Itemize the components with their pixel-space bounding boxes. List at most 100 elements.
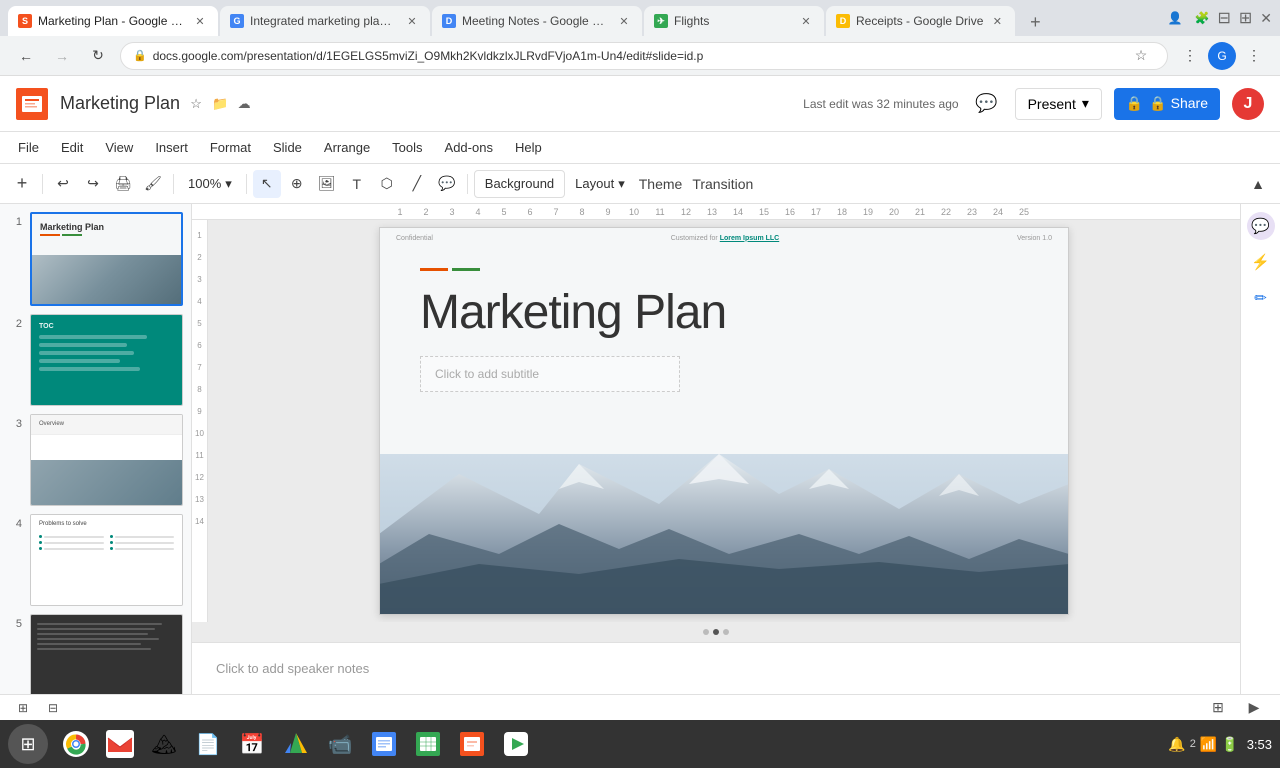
slide-canvas[interactable]: Confidential Customized for Lorem Ipsum …: [379, 227, 1069, 615]
close-icon[interactable]: ✕: [1260, 10, 1272, 27]
extensions-icon[interactable]: 🧩: [1195, 11, 1210, 25]
present-button[interactable]: Present ▾: [1015, 88, 1102, 120]
browser-tab-1[interactable]: S Marketing Plan - Google Slides ✕: [8, 6, 218, 36]
bottom-bar-left: ⊞ ⊟: [12, 697, 64, 719]
canvas-scroll[interactable]: Confidential Customized for Lorem Ipsum …: [208, 220, 1240, 622]
menu-edit[interactable]: Edit: [51, 136, 93, 159]
back-button[interactable]: ←: [12, 42, 40, 70]
taskbar-meet[interactable]: 📹: [320, 724, 360, 764]
taskbar-launcher[interactable]: ⊞: [8, 724, 48, 764]
tab4-close[interactable]: ✕: [798, 13, 814, 29]
browser-tab-2[interactable]: G Integrated marketing plans - Go... ✕: [220, 6, 430, 36]
last-edit-text: Last edit was 32 minutes ago: [803, 97, 958, 111]
menu-format[interactable]: Format: [200, 136, 261, 159]
tab-search-button[interactable]: ⋮: [1176, 42, 1204, 70]
menu-slide[interactable]: Slide: [263, 136, 312, 159]
taskbar-drive-docs[interactable]: 📄: [188, 724, 228, 764]
toolbar-undo-button[interactable]: ↩: [49, 170, 77, 198]
menu-view[interactable]: View: [95, 136, 143, 159]
sidebar-chat-button[interactable]: 💬: [1247, 212, 1275, 240]
forward-button[interactable]: →: [48, 42, 76, 70]
slide-item-4[interactable]: 4 Problems to solve: [8, 514, 183, 606]
slide-grid-view-button[interactable]: ⊟: [42, 697, 64, 719]
slide-content-area[interactable]: Marketing Plan Click to add subtitle: [380, 248, 1068, 468]
slide-item-2[interactable]: 2 TOC: [8, 314, 183, 406]
toolbar-move-button[interactable]: ⊕: [283, 170, 311, 198]
menu-file[interactable]: File: [8, 136, 49, 159]
menu-addons[interactable]: Add-ons: [435, 136, 503, 159]
minimize-icon[interactable]: ⊟: [1217, 8, 1230, 28]
chrome-menu-button[interactable]: ⋮: [1240, 42, 1268, 70]
menu-arrange[interactable]: Arrange: [314, 136, 380, 159]
folder-icon[interactable]: 📁: [212, 96, 228, 112]
slide-subtitle-box[interactable]: Click to add subtitle: [420, 356, 680, 392]
browser-tab-4[interactable]: ✈ Flights ✕: [644, 6, 824, 36]
toolbar-shapes-button[interactable]: ⬡: [373, 170, 401, 198]
taskbar-drive[interactable]: [276, 724, 316, 764]
menu-insert[interactable]: Insert: [145, 136, 198, 159]
taskbar-play[interactable]: [496, 724, 536, 764]
profile-icon[interactable]: 👤: [1168, 11, 1183, 25]
browser-tab-3[interactable]: D Meeting Notes - Google Docs ✕: [432, 6, 642, 36]
cloud-icon[interactable]: ☁: [236, 96, 252, 112]
slide-item-1[interactable]: 1 Marketing Plan: [8, 212, 183, 306]
reload-button[interactable]: ↻: [84, 42, 112, 70]
browser-tab-5[interactable]: D Receipts - Google Drive ✕: [826, 6, 1015, 36]
slide-main-title[interactable]: Marketing Plan: [420, 287, 1028, 340]
battery-icon[interactable]: 🔋: [1221, 736, 1238, 753]
background-button[interactable]: Background: [474, 170, 565, 198]
toolbar-line-button[interactable]: ╱: [403, 170, 431, 198]
comment-button[interactable]: 💬: [971, 88, 1003, 120]
slide-4-thumb: Problems to solve: [30, 514, 183, 606]
sidebar-explore-button[interactable]: ⚡: [1247, 248, 1275, 276]
toolbar-divider-2: [173, 174, 174, 194]
taskbar-sheets[interactable]: [408, 724, 448, 764]
taskbar-calendar[interactable]: 📅: [232, 724, 272, 764]
tab4-favicon: ✈: [654, 14, 668, 28]
tab2-favicon: G: [230, 14, 244, 28]
bottom-next-button[interactable]: ▶: [1240, 694, 1268, 722]
toolbar-redo-button[interactable]: ↪: [79, 170, 107, 198]
toolbar-image-button[interactable]: 🖼: [313, 170, 341, 198]
tab3-close[interactable]: ✕: [616, 13, 632, 29]
maximize-icon[interactable]: ⊞: [1239, 8, 1252, 28]
slide-list-view-button[interactable]: ⊞: [12, 697, 34, 719]
toolbar-collapse-button[interactable]: ▲: [1244, 170, 1272, 198]
new-tab-button[interactable]: +: [1021, 8, 1049, 36]
slide-item-3[interactable]: 3 Overview: [8, 414, 183, 506]
bookmark-icon[interactable]: ☆: [1127, 42, 1155, 70]
toolbar-insert-button[interactable]: +: [8, 170, 36, 198]
taskbar-slides[interactable]: [452, 724, 492, 764]
taskbar-chrome[interactable]: [56, 724, 96, 764]
user-avatar[interactable]: J: [1232, 88, 1264, 120]
toolbar-paintformat-button[interactable]: 🖌: [139, 170, 167, 198]
star-icon[interactable]: ☆: [188, 96, 204, 112]
bottom-expand-button[interactable]: ⊞: [1204, 694, 1232, 722]
taskbar-docs[interactable]: [364, 724, 404, 764]
menu-help[interactable]: Help: [505, 136, 552, 159]
notification-icon[interactable]: 🔔: [1168, 736, 1185, 753]
toolbar-theme-button[interactable]: Theme: [635, 170, 687, 198]
taskbar-gmail[interactable]: [100, 724, 140, 764]
toolbar-zoom-dropdown[interactable]: 100% ▾: [180, 170, 240, 198]
share-button[interactable]: 🔒 🔒 Share: [1114, 88, 1220, 120]
tab1-close[interactable]: ✕: [192, 13, 208, 29]
profile-avatar[interactable]: G: [1208, 42, 1236, 70]
tab2-close[interactable]: ✕: [404, 13, 420, 29]
speaker-notes-area[interactable]: Click to add speaker notes: [192, 642, 1240, 694]
slide-indicator-bar: [192, 622, 1240, 642]
tab5-title: Receipts - Google Drive: [856, 14, 983, 28]
menu-tools[interactable]: Tools: [382, 136, 432, 159]
address-bar[interactable]: 🔒 docs.google.com/presentation/d/1EGELGS…: [120, 42, 1168, 70]
toolbar-print-button[interactable]: 🖨: [109, 170, 137, 198]
tab5-close[interactable]: ✕: [989, 13, 1005, 29]
toolbar-text-button[interactable]: T: [343, 170, 371, 198]
sidebar-edit-button[interactable]: ✏: [1247, 284, 1275, 312]
toolbar-select-button[interactable]: ↖: [253, 170, 281, 198]
taskbar-photos[interactable]: 🏔: [144, 724, 184, 764]
toolbar-transition-button[interactable]: Transition: [688, 170, 757, 198]
slide-item-5[interactable]: 5: [8, 614, 183, 694]
wifi-icon[interactable]: 📶: [1200, 736, 1217, 753]
toolbar-comment-button[interactable]: 💬: [433, 170, 461, 198]
toolbar-layout-dropdown[interactable]: Layout ▾: [567, 170, 633, 198]
